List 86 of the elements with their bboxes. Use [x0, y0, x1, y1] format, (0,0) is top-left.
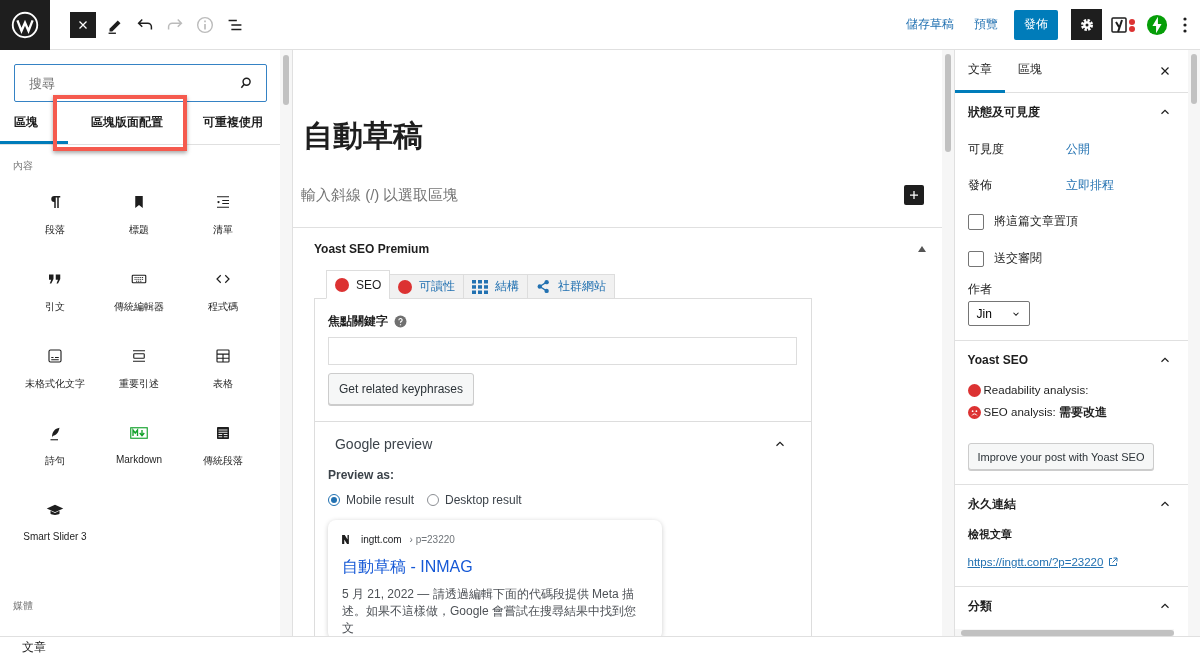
- block-item[interactable]: 清單: [181, 189, 265, 255]
- category-heading: 內容: [13, 159, 34, 173]
- search-icon: [239, 76, 253, 90]
- close-button[interactable]: [70, 11, 96, 38]
- analysis-result: Readability analysis:: [983, 384, 1089, 396]
- plus-icon: [907, 189, 920, 201]
- section-title: Yoast SEO Premium: [313, 242, 430, 256]
- tab[interactable]: 可重複使用: [185, 104, 280, 144]
- author-select[interactable]: Jin: [967, 301, 1030, 326]
- save-draft-button[interactable]: 儲存草稿: [906, 16, 954, 33]
- external-link-icon[interactable]: [1107, 556, 1120, 568]
- markdown-icon: [130, 424, 148, 442]
- block-item[interactable]: 表格: [181, 343, 265, 409]
- category-heading: 媒體: [13, 599, 34, 613]
- checkbox-label: 將這篇文章置頂: [993, 213, 1078, 230]
- tab[interactable]: 可讀性: [389, 274, 465, 299]
- search-field[interactable]: 搜尋: [14, 64, 267, 102]
- panel-title[interactable]: Yoast SEO: [967, 353, 1028, 367]
- pullquote-icon: [130, 347, 148, 365]
- grid-icon: [472, 279, 489, 294]
- preformatted-icon: [46, 347, 64, 365]
- block-item[interactable]: 標題: [97, 189, 181, 255]
- site-name: ingtt.com: [360, 534, 402, 545]
- block-item[interactable]: Markdown: [97, 420, 181, 486]
- tab[interactable]: 區塊版面配置: [68, 104, 185, 144]
- block-item[interactable]: Smart Slider 3: [13, 497, 97, 563]
- block-item[interactable]: 程式碼: [181, 266, 265, 332]
- result-description: 5 月 21, 2022 — 請透過編輯下面的代碼段提供 Meta 描述。如果不這樣做，Google 會嘗試在搜尋結果中找到您文: [341, 586, 637, 636]
- close-icon: [77, 18, 89, 31]
- share-icon: [536, 279, 552, 294]
- block-item[interactable]: 段落: [13, 189, 97, 255]
- checkbox[interactable]: [967, 213, 984, 230]
- lightning-bolt-icon[interactable]: [1146, 13, 1168, 36]
- scrollbar-thumb[interactable]: [960, 629, 1174, 636]
- site-path: › p=23220: [409, 534, 455, 545]
- tab[interactable]: 區塊: [0, 104, 68, 144]
- breadcrumb[interactable]: 文章: [22, 639, 46, 656]
- field-label: 發佈: [967, 176, 993, 194]
- keyphrase-input[interactable]: [327, 337, 797, 365]
- block-item[interactable]: 重要引述: [97, 343, 181, 409]
- block-item[interactable]: 傳統段落: [181, 420, 265, 486]
- analysis-result: SEO analysis: 需要改進: [983, 404, 1107, 420]
- field-label: 可見度: [967, 140, 1005, 158]
- panel-title[interactable]: 分類: [967, 597, 992, 615]
- tab[interactable]: SEO: [325, 270, 391, 299]
- checkbox-label: 送交審閱: [993, 250, 1042, 267]
- result-title[interactable]: 自動草稿 - INMAG: [341, 557, 648, 578]
- wordpress-logo-icon[interactable]: [11, 10, 39, 39]
- field-label: 作者: [967, 281, 993, 298]
- section-title: Google preview: [334, 436, 433, 452]
- tab[interactable]: 文章: [954, 50, 1005, 93]
- more-options-icon[interactable]: [1182, 15, 1188, 34]
- checkbox[interactable]: [967, 250, 984, 267]
- scrollbar-thumb[interactable]: [1191, 54, 1197, 104]
- preview-button[interactable]: 預覽: [974, 16, 998, 33]
- tab[interactable]: 社群網站: [527, 274, 616, 299]
- field-label: 檢視文章: [967, 527, 1013, 542]
- field-label: 焦點關鍵字: [327, 313, 388, 330]
- classic-block-icon: [214, 424, 232, 442]
- tab[interactable]: 結構: [463, 274, 529, 299]
- add-block-button[interactable]: [903, 185, 924, 205]
- publish-button[interactable]: 發佈: [1014, 9, 1058, 40]
- block-item[interactable]: 傳統編輯器: [97, 266, 181, 332]
- block-item[interactable]: 詩句: [13, 420, 97, 486]
- scrollbar-thumb[interactable]: [283, 55, 289, 105]
- help-icon[interactable]: [393, 315, 407, 328]
- table-icon: [214, 347, 232, 365]
- field-label: Preview as:: [327, 468, 395, 482]
- setting-link[interactable]: 公開: [1065, 140, 1090, 158]
- setting-link[interactable]: 立即排程: [1065, 176, 1114, 194]
- tab[interactable]: 區塊: [1004, 50, 1055, 93]
- scrollbar-thumb[interactable]: [944, 54, 951, 152]
- list-icon: [214, 193, 232, 211]
- settings-button[interactable]: [1071, 9, 1102, 40]
- block-item[interactable]: 引文: [13, 266, 97, 332]
- improve-post-button[interactable]: Improve your post with Yoast SEO: [967, 443, 1155, 470]
- collapse-triangle-icon[interactable]: [917, 246, 926, 252]
- post-title[interactable]: 自動草稿: [302, 116, 942, 157]
- radio-option[interactable]: Mobile result: [327, 493, 414, 507]
- related-keyphrases-button[interactable]: Get related keyphrases: [327, 373, 475, 405]
- panel-title[interactable]: 永久連結: [967, 495, 1016, 513]
- panel-title[interactable]: 狀態及可見度: [967, 103, 1040, 121]
- permalink-link[interactable]: https://ingtt.com/?p=23220: [967, 556, 1104, 568]
- block-item[interactable]: 未格式化文字: [13, 343, 97, 409]
- radio-option[interactable]: Desktop result: [427, 493, 522, 507]
- block-placeholder[interactable]: 輸入斜線 (/) 以選取區塊: [300, 185, 459, 205]
